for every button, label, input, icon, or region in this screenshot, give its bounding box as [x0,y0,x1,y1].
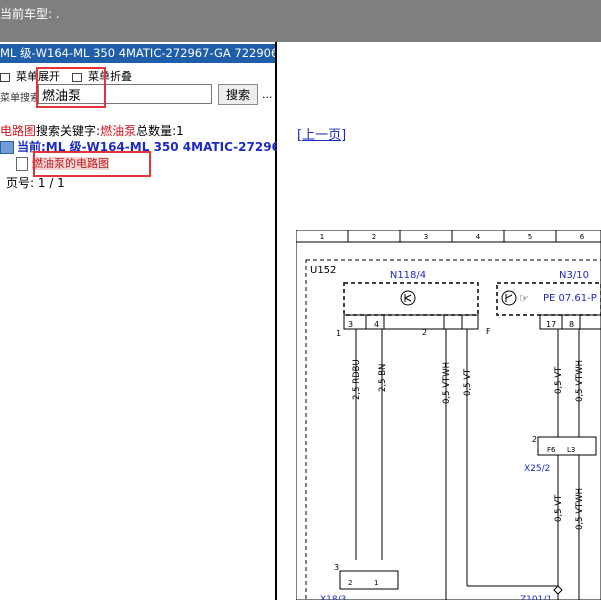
wire-label: 0,5 VT [554,494,564,522]
hand-pointer-icon: ☞ [519,292,529,305]
pin-number: 4 [374,320,379,329]
wire-label: 0,5 VTWH [575,488,585,530]
component-label: N118/4 [390,270,426,281]
search-button[interactable]: 搜索 [218,84,258,105]
pin-number: 2 [422,328,427,337]
connector-label: X18/3 [320,595,346,600]
zone-label: U152 [310,265,336,276]
side-label: 1 [336,329,341,338]
wire-label: 2,5 RDBU [352,359,362,400]
connector-pin: F6 [547,446,556,454]
computer-icon [0,141,14,154]
side-label: 2 [532,435,537,444]
top-bar: 当前车型: . [0,0,601,42]
wire-label: 0,5 VT [554,366,564,394]
grid-number: 1 [320,233,324,241]
pin-number: 17 [546,320,556,329]
connector-label: X25/2 [524,464,550,474]
search-result-line: 电路图搜索关键字:燃油泵总数量:1 [0,124,184,138]
prev-page-link[interactable]: [上一页] [297,124,346,143]
wire-label: 2,5 BN [378,364,388,392]
expand-icon [0,72,10,82]
wire-label: 0,5 VTWH [575,360,585,402]
grid-number: 2 [372,233,376,241]
pin-number: 8 [569,320,574,329]
diagram-frame [296,230,601,600]
connector-pin: 1 [374,579,378,587]
page-number: 页号: 1 / 1 [6,176,65,190]
highlight-box-search [36,67,106,108]
connector-label: Z101/1 [520,595,552,600]
search-prefix: 菜单搜索 [0,93,40,104]
grid-number: 3 [424,233,428,241]
connector-pin: 2 [348,579,352,587]
wire-label: 0,5 VT [463,368,473,396]
connector-pin: L3 [567,446,575,454]
page-reference-link[interactable]: PE 07.61-P [543,293,597,304]
component-label: N3/10 [559,270,589,281]
left-panel: ML 级-W164-ML 350 4MATIC-272967-GA 722906… [0,42,288,600]
vehicle-title: ML 级-W164-ML 350 4MATIC-272967-GA 722906 [0,44,275,63]
side-label: 3 [334,563,339,572]
current-model-label: 当前车型: . [0,7,60,21]
pin-number: F [486,327,491,336]
grid-number: 5 [528,233,532,241]
grid-number: 4 [476,233,481,241]
grid-number: 6 [580,233,585,241]
wire-label: 0,5 VTWH [442,362,452,404]
search-more: ... [262,88,273,101]
pin-number: 3 [348,320,353,329]
document-icon [16,157,28,171]
circuit-diagram: 1 2 3 4 5 6 U152 N118/4 N3/10 ☞ PE 07.61… [296,230,601,600]
